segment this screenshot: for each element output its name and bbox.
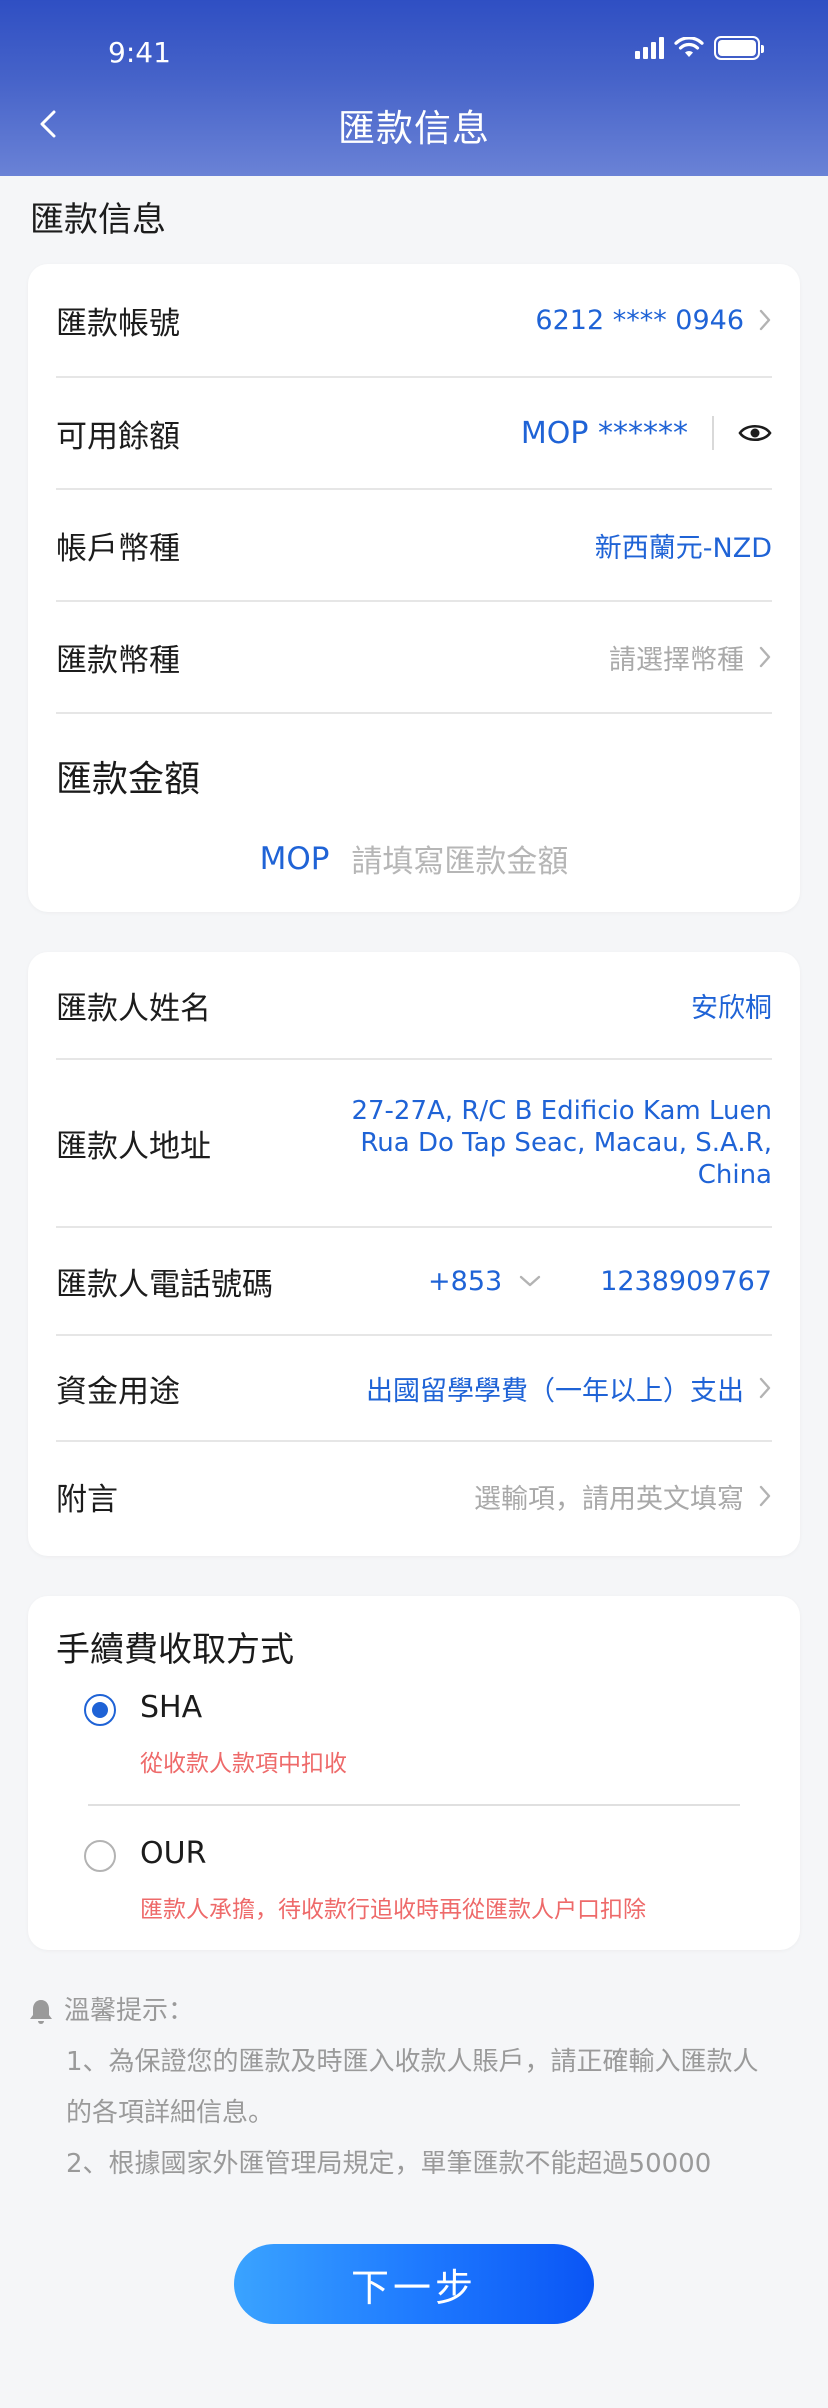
signal-icon — [635, 37, 664, 59]
fee-option-name: OUR — [140, 1836, 207, 1871]
remitter-name-value: 安欣桐 — [691, 992, 772, 1024]
radio-sha[interactable] — [84, 1694, 116, 1726]
account-currency-row: 帳戶幣種 新西蘭元-NZD — [56, 490, 772, 602]
fee-option-divider — [88, 1804, 740, 1806]
note-row[interactable]: 附言 選輸項，請用英文填寫 — [56, 1442, 772, 1550]
fee-option-name: SHA — [140, 1690, 203, 1725]
purpose-row[interactable]: 資金用途 出國留學學費（一年以上）支出 — [56, 1336, 772, 1442]
fee-card: 手續費收取方式 SHA 從收款人款項中扣收 OUR 匯款人承擔，待收款行追收時再… — [28, 1596, 800, 1950]
remit-currency-row[interactable]: 匯款幣種 請選擇幣種 — [56, 602, 772, 714]
amount-placeholder: 請填寫匯款金額 — [351, 844, 569, 880]
remitter-address-label: 匯款人地址 — [56, 1128, 211, 1165]
account-label: 匯款帳號 — [56, 305, 180, 342]
address-line: China — [697, 1160, 772, 1190]
account-row[interactable]: 匯款帳號 6212 **** 0946 — [56, 264, 772, 378]
fee-title: 手續費收取方式 — [56, 1630, 294, 1670]
amount-currency: MOP — [259, 840, 330, 877]
chevron-right-icon — [759, 646, 771, 668]
fee-option-desc: 從收款人款項中扣收 — [140, 1751, 347, 1777]
address-line: Rua Do Tap Seac, Macau, S.A.R, — [360, 1128, 772, 1158]
eye-icon[interactable] — [738, 421, 772, 445]
amount-label: 匯款金額 — [56, 759, 201, 800]
header-title: 匯款信息 — [338, 107, 490, 150]
account-currency-value: 新西蘭元-NZD — [594, 532, 772, 564]
remitter-card: 匯款人姓名 安欣桐 匯款人地址 27-27A, R/C B Edificio K… — [28, 952, 800, 1556]
amount-input[interactable]: MOP 請填寫匯款金額 — [28, 836, 800, 881]
remitter-phone-row: 匯款人電話號碼 +853 1238909767 — [56, 1228, 772, 1336]
address-line: 27-27A, R/C B Edificio Kam Luen — [351, 1096, 772, 1126]
balance-value: MOP ****** — [520, 415, 688, 451]
status-icons — [635, 36, 764, 60]
note-label: 附言 — [56, 1481, 118, 1518]
fee-option-desc: 匯款人承擔，待收款行追收時再從匯款人户口扣除 — [140, 1897, 646, 1923]
remitter-name-label: 匯款人姓名 — [56, 990, 211, 1027]
next-button[interactable]: 下一步 — [234, 2244, 594, 2324]
balance-label: 可用餘額 — [56, 418, 180, 455]
tips-title: 溫馨提示： — [64, 1996, 195, 2026]
header: 9:41 匯款信息 — [0, 0, 828, 176]
balance-divider — [712, 416, 714, 450]
tip-line: 2、根據國家外匯管理局規定，單筆匯款不能超過50000 — [66, 2149, 712, 2179]
purpose-label: 資金用途 — [56, 1373, 180, 1410]
battery-icon — [714, 36, 764, 60]
account-currency-label: 帳戶幣種 — [56, 530, 180, 567]
remit-currency-label: 匯款幣種 — [56, 642, 180, 679]
wifi-icon — [674, 37, 704, 57]
balance-row: 可用餘額 MOP ****** — [56, 378, 772, 490]
purpose-value: 出國留學學費（一年以上）支出 — [366, 1375, 744, 1407]
section-title: 匯款信息 — [30, 200, 166, 240]
country-code-select[interactable]: +853 — [428, 1266, 542, 1297]
page: 9:41 匯款信息 匯款信息 匯款帳號 6212 **** 0946 可用餘額 … — [0, 0, 828, 2408]
chevron-right-icon — [759, 309, 771, 331]
radio-our[interactable] — [84, 1840, 116, 1872]
remitter-phone-label: 匯款人電話號碼 — [56, 1266, 273, 1303]
phone-number-input[interactable]: 1238909767 — [600, 1266, 772, 1297]
status-time: 9:41 — [108, 36, 171, 69]
remitter-address-value: 27-27A, R/C B Edificio Kam Luen Rua Do T… — [351, 1095, 772, 1191]
chevron-right-icon — [759, 1377, 771, 1399]
bell-icon — [30, 1999, 52, 2024]
account-card: 匯款帳號 6212 **** 0946 可用餘額 MOP ****** 帳戶幣種… — [28, 264, 800, 912]
account-value: 6212 **** 0946 — [535, 304, 744, 336]
tips: 溫馨提示： 1、為保證您的匯款及時匯入收款人賬戶，請正確輸入匯款人 的各項詳細信… — [28, 1986, 800, 2190]
remitter-address-row: 匯款人地址 27-27A, R/C B Edificio Kam Luen Ru… — [56, 1060, 772, 1228]
note-placeholder: 選輸項，請用英文填寫 — [474, 1483, 744, 1515]
chevron-right-icon — [759, 1485, 771, 1507]
tip-line: 1、為保證您的匯款及時匯入收款人賬戶，請正確輸入匯款人 — [66, 2047, 759, 2077]
tip-line: 的各項詳細信息。 — [66, 2098, 275, 2128]
remit-currency-placeholder: 請選擇幣種 — [609, 644, 744, 676]
country-code-value: +853 — [428, 1265, 503, 1297]
chevron-down-icon — [520, 1275, 541, 1287]
remitter-name-row: 匯款人姓名 安欣桐 — [56, 952, 772, 1060]
